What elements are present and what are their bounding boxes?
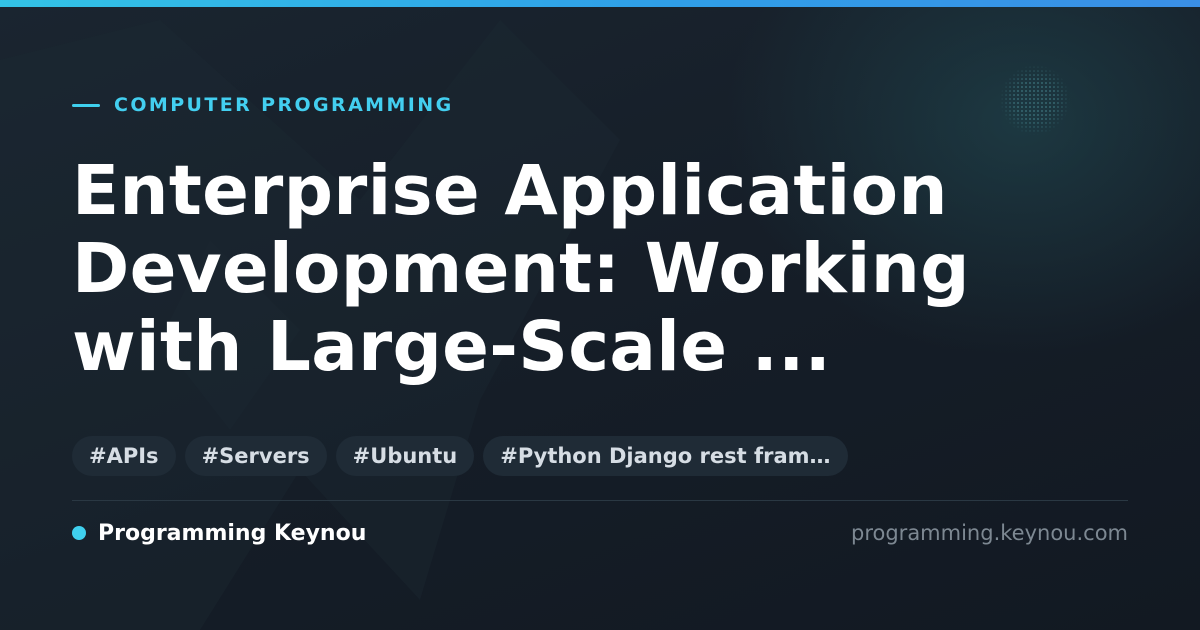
title-line: Enterprise Application [72,151,948,231]
dot-pattern [1000,65,1070,135]
brand[interactable]: Programming Keynou [72,518,366,548]
social-card: COMPUTER PROGRAMMING Enterprise Applicat… [0,0,1200,630]
dot-icon [72,526,86,540]
title-line: with Large-Scale ... [72,307,832,387]
brand-name: Programming Keynou [98,520,367,546]
category-text: COMPUTER PROGRAMMING [114,94,454,116]
tag-python-django[interactable]: #Python Django rest fram… [483,436,848,476]
tag-apis[interactable]: #APIs [72,436,176,476]
site-domain[interactable]: programming.keynou.com [851,518,1128,548]
title-line: Development: Working [72,229,970,309]
category-label: COMPUTER PROGRAMMING [72,94,454,116]
divider [72,500,1128,501]
page-title: Enterprise Application Development: Work… [72,152,1072,386]
tag-ubuntu[interactable]: #Ubuntu [335,436,475,476]
tag-servers[interactable]: #Servers [184,436,327,476]
tag-list: #APIs #Servers #Ubuntu #Python Django re… [72,436,848,476]
dash-icon [72,103,100,107]
